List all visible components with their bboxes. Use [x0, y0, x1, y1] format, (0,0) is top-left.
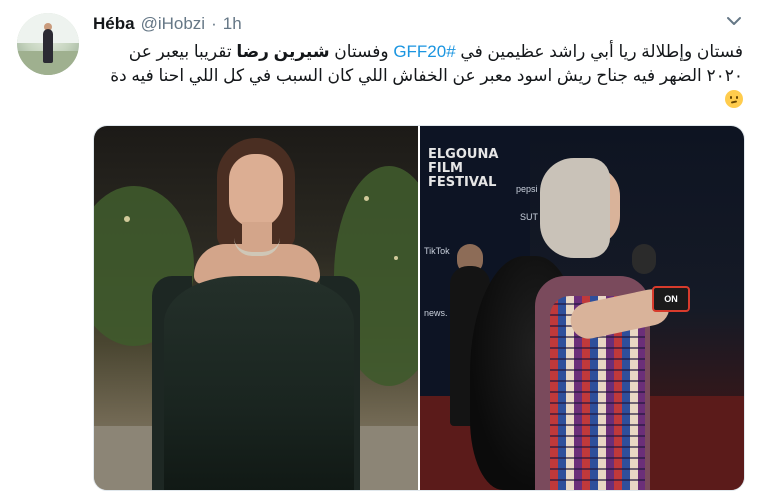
gown	[164, 276, 354, 490]
festival-logo: ELGOUNA FILM FESTIVAL	[428, 148, 498, 190]
background-light	[364, 196, 369, 201]
user-handle[interactable]: @iHobzi	[141, 14, 206, 34]
festival-logo-line1: ELGOUNA	[428, 147, 499, 162]
festival-logo-line2: FILM	[428, 161, 463, 176]
sponsor-logo: news.	[424, 308, 448, 318]
sponsor-logo: pepsi	[516, 184, 538, 194]
tweet-header: Héba @iHobzi · 1h	[93, 13, 242, 35]
tweet-text-part1: فستان وإطلالة ريا أبي راشد عظيمين في	[455, 42, 743, 61]
tweet-menu-button[interactable]	[722, 9, 746, 33]
separator-dot: ·	[211, 14, 217, 33]
background-light	[394, 256, 398, 260]
tweet: Héba @iHobzi · 1h فستان وإطلالة ريا أبي …	[0, 0, 768, 499]
festival-logo-line3: FESTIVAL	[428, 175, 497, 190]
hashtag-link[interactable]: #GFF20	[393, 42, 455, 61]
background-light	[124, 216, 130, 222]
media-grid: ELGOUNA FILM FESTIVAL pepsi SUT TikTok n…	[93, 125, 745, 491]
microphone-flag: ON	[652, 286, 690, 312]
sponsor-logo: TikTok	[424, 246, 450, 256]
tweet-text-bold-name: شيرين رضا	[236, 42, 330, 61]
chevron-down-icon	[727, 17, 741, 25]
braided-hair	[540, 158, 610, 258]
microphone-head	[632, 244, 656, 274]
display-name[interactable]: Héba	[93, 14, 135, 34]
tweet-text-part2: وفستان	[329, 42, 394, 61]
photo-gown[interactable]	[94, 126, 418, 490]
face	[229, 154, 283, 228]
tweet-text: فستان وإطلالة ريا أبي راشد عظيمين في #GF…	[93, 40, 743, 112]
avatar[interactable]	[17, 13, 79, 75]
photo-red-carpet[interactable]: ELGOUNA FILM FESTIVAL pepsi SUT TikTok n…	[420, 126, 744, 490]
tweet-time[interactable]: 1h	[223, 14, 242, 34]
worried-face-emoji-icon	[725, 90, 743, 108]
avatar-figure	[43, 29, 53, 63]
sponsor-logo: SUT	[520, 212, 538, 222]
